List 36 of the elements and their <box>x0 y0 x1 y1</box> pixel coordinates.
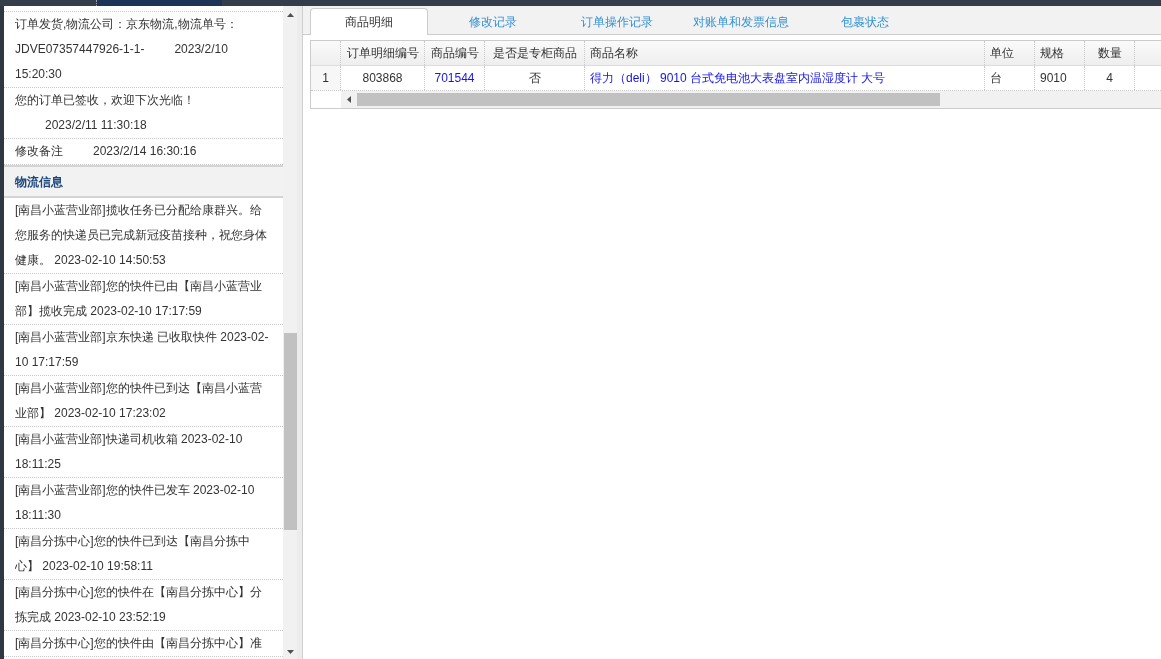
scroll-up-icon[interactable] <box>286 12 294 17</box>
tracking-entry: [南昌小蓝营业部]京东快递 已收取快件 2023-02-10 17:17:59 <box>15 330 269 369</box>
column-header[interactable]: 商品编号 <box>425 41 485 65</box>
table-cell: 4 <box>1085 66 1135 90</box>
log-entry: 订单发货,物流公司：京东物流,物流单号：JDVE07357447926-1-1- 2023/2/10 15:20:30 <box>15 16 239 83</box>
scroll-left-icon[interactable] <box>347 96 351 103</box>
column-header[interactable]: 数量 <box>1085 41 1135 65</box>
tracking-entry: [南昌小蓝营业部]快递司机收箱 2023-02-10 18:11:25 <box>15 432 243 471</box>
tracking-entry: [南昌小蓝营业部]您的快件已到达【南昌小蓝营业部】 2023-02-10 17:23:02 <box>15 381 262 420</box>
tab[interactable]: 商品明细 <box>310 8 428 35</box>
scrollbar-thumb[interactable] <box>283 333 297 530</box>
scrollbar-thumb[interactable] <box>357 93 940 106</box>
table-cell: 否 <box>485 66 585 90</box>
table-cell: 803868 <box>341 66 425 90</box>
column-header[interactable]: 单位 <box>985 41 1035 65</box>
tracking-entry: [南昌小蓝营业部]您的快件已发车 2023-02-10 18:11:30 <box>15 483 255 522</box>
tracking-entry: [南昌小蓝营业部]您的快件已由【南昌小蓝营业部】揽收完成 2023-02-10 17:17:59 <box>15 279 262 318</box>
table-cell: 9010 <box>1035 66 1085 90</box>
tracking-entry: [南昌分拣中心]您的快件由【南昌分拣中心】准 <box>15 636 262 650</box>
product-code-link[interactable]: 701544 <box>425 66 485 90</box>
column-header[interactable]: 订单明细编号 <box>341 41 425 65</box>
vertical-scrollbar[interactable] <box>283 6 297 659</box>
log-entry: 修改备注 2023/2/14 16:30:16 <box>15 143 198 160</box>
tracking-entry: [南昌分拣中心]您的快件已到达【南昌分拣中心】 2023-02-10 19:58:11 <box>15 534 250 573</box>
tracking-entry: [南昌分拣中心]您的快件在【南昌分拣中心】分拣完成 2023-02-10 23:52:19 <box>15 585 262 624</box>
scroll-down-icon[interactable] <box>286 650 294 654</box>
product-name-link[interactable]: 得力（deli） 9010 台式免电池大表盘室内温湿度计 大号 <box>585 66 985 90</box>
column-header[interactable]: 是否是专柜商品 <box>485 41 585 65</box>
column-header[interactable]: 商品名称 <box>585 41 985 65</box>
tracking-entry: [南昌小蓝营业部]揽收任务已分配给康群兴。给您服务的快递员已完成新冠疫苗接种，祝您身体健康。 2023-02-10 14:50:53 <box>15 203 267 267</box>
section-title: 物流信息 <box>15 173 63 191</box>
column-header[interactable]: 规格 <box>1035 41 1085 65</box>
row-number: 1 <box>311 66 341 90</box>
horizontal-scrollbar[interactable] <box>341 91 1161 108</box>
table-cell: 台 <box>985 66 1035 90</box>
log-entry: 您的订单已签收，欢迎下次光临！ 2023/2/11 11:30:18 <box>15 92 196 134</box>
